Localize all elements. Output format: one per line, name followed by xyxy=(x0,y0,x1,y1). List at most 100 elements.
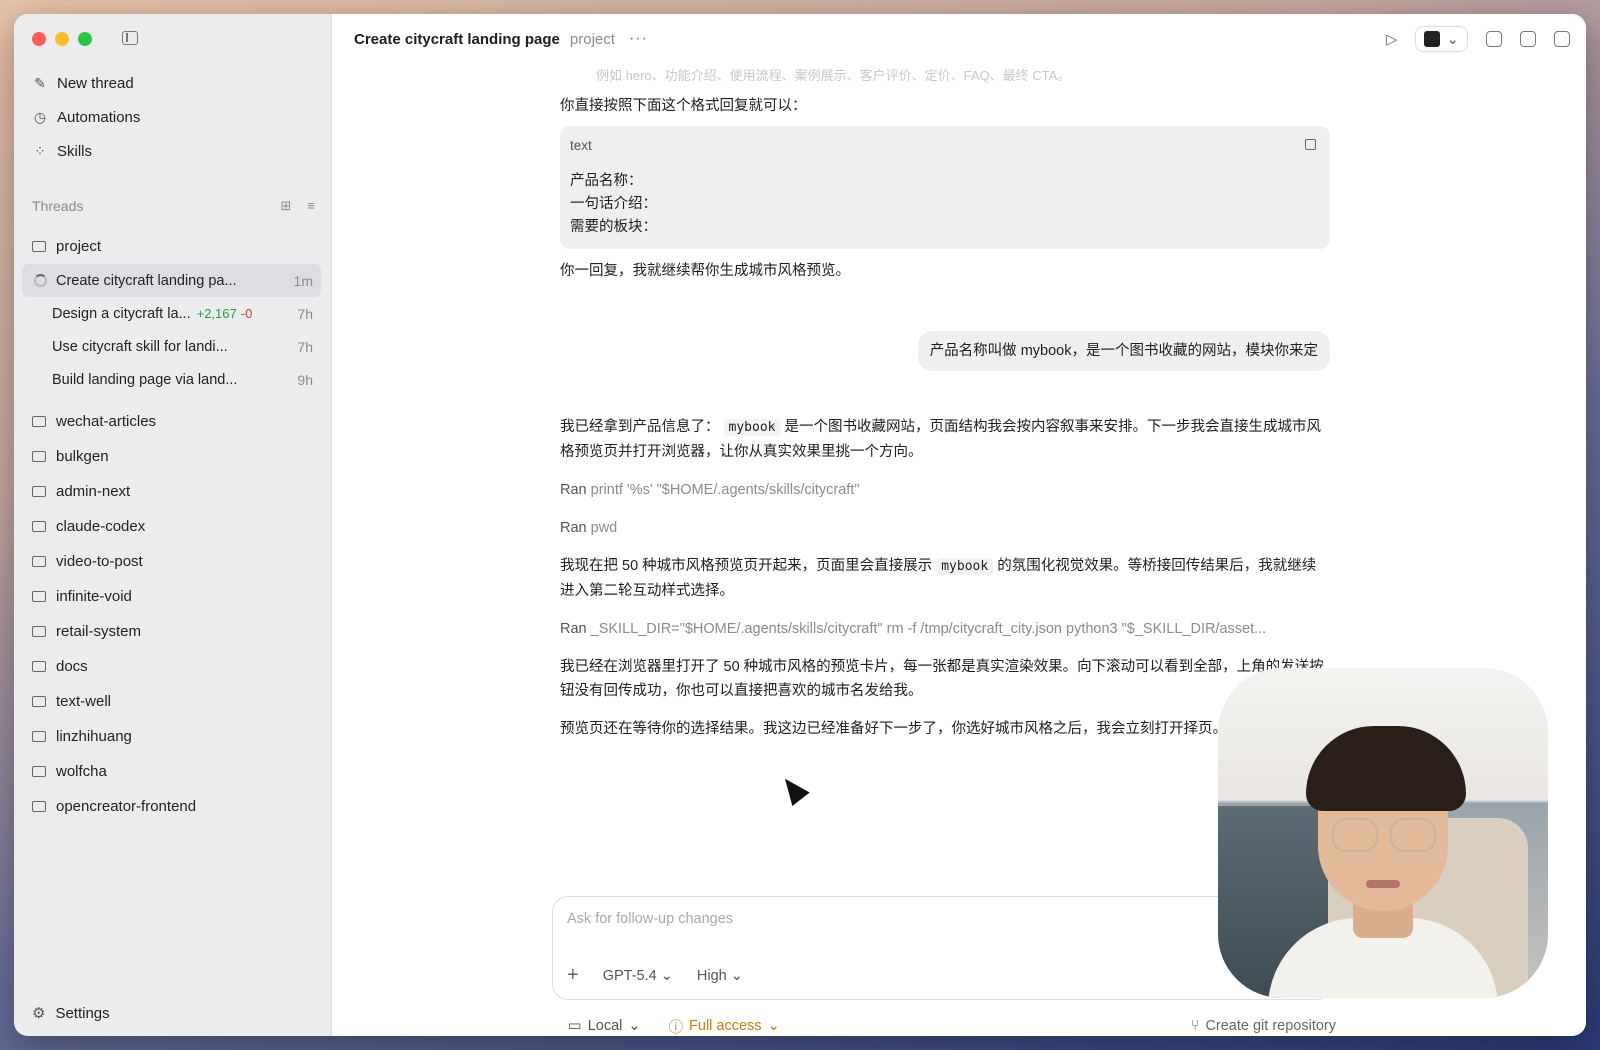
folder-icon xyxy=(32,591,46,602)
folder-label: wolfcha xyxy=(56,763,107,780)
assistant-message: 预览页还在等待你的选择结果。我这边已经准备好下一步了，你选好城市风格之后，我会立… xyxy=(560,721,1227,737)
close-window-button[interactable] xyxy=(32,32,46,46)
folder-icon xyxy=(32,451,46,462)
local-selector[interactable]: ▭ Local ⌄ xyxy=(568,1018,641,1034)
grid-icon: ⁘ xyxy=(34,142,46,159)
laptop-icon: ▭ xyxy=(568,1018,582,1034)
folder-label: text-well xyxy=(56,693,112,710)
command-run[interactable]: Ran printf '%s' "$HOME/.agents/skills/ci… xyxy=(560,478,1330,502)
automations-label: Automations xyxy=(57,108,141,126)
chevron-down-icon: ⌄ xyxy=(1446,31,1459,48)
code-line: 一句话介绍： xyxy=(570,196,657,212)
effort-selector[interactable]: High ⌄ xyxy=(697,968,743,984)
folder-item[interactable]: opencreator-frontend xyxy=(22,789,321,824)
folder-project[interactable]: project xyxy=(22,229,321,264)
code-language: text xyxy=(570,138,592,153)
clock-icon: ◷ xyxy=(33,108,47,125)
panel-icon[interactable] xyxy=(1554,31,1570,47)
command-run[interactable]: Ran _SKILL_DIR="$HOME/.agents/skills/cit… xyxy=(560,617,1330,641)
folder-item[interactable]: docs xyxy=(22,649,321,684)
folder-label: retail-system xyxy=(56,623,142,640)
message-text: 我现在把 50 种城市风格预览页开起来，页面里会直接展示 xyxy=(560,558,933,574)
message-text: 我已经拿到产品信息了： xyxy=(560,419,720,435)
diff-icon[interactable] xyxy=(1520,31,1536,47)
model-selector[interactable]: GPT-5.4 ⌄ xyxy=(603,968,673,984)
skills-label: Skills xyxy=(57,142,93,160)
folder-item[interactable]: infinite-void xyxy=(22,579,321,614)
thread-item[interactable]: Design a citycraft la... +2,167 -0 7h xyxy=(22,297,321,330)
effort-label: High xyxy=(696,967,727,984)
folder-item[interactable]: claude-codex xyxy=(22,509,321,544)
access-label: Full access xyxy=(689,1018,762,1034)
thread-age: 7h xyxy=(297,338,313,355)
run-icon[interactable]: ▷ xyxy=(1386,30,1398,48)
chevron-down-icon: ⌄ xyxy=(628,1018,641,1034)
folder-icon xyxy=(32,731,46,742)
code-block: text 产品名称： 一句话介绍： 需要的板块： xyxy=(560,126,1330,249)
filter-icon[interactable]: ≡ xyxy=(307,198,315,214)
lines-added: +2,167 xyxy=(196,306,237,321)
folder-icon xyxy=(32,661,46,672)
environment-picker[interactable]: ⌄ xyxy=(1415,26,1468,52)
person-mouth xyxy=(1366,880,1400,888)
branch-icon: ⑂ xyxy=(1190,1018,1200,1034)
glasses-left-lens xyxy=(1332,818,1378,852)
folder-icon xyxy=(32,556,46,567)
folder-icon xyxy=(32,416,46,427)
more-options-icon[interactable]: ··· xyxy=(629,30,648,48)
user-message: 产品名称叫做 mybook，是一个图书收藏的网站，模块你来定 xyxy=(560,331,1330,371)
assistant-message: 我已经在浏览器里打开了 50 种城市风格的预览卡片，每一张都是真实渲染效果。向下… xyxy=(560,659,1324,699)
folder-item[interactable]: wechat-articles xyxy=(22,404,321,439)
minimize-window-button[interactable] xyxy=(55,32,69,46)
loading-spinner-icon xyxy=(34,274,47,287)
add-attachment-icon[interactable]: + xyxy=(567,964,579,987)
conversation: 例如 hero、功能介绍、使用流程、案例展示、客户评价、定价、FAQ、最终 CT… xyxy=(560,66,1330,741)
follow-up-input[interactable] xyxy=(567,911,1167,927)
folder-item[interactable]: retail-system xyxy=(22,614,321,649)
command-run[interactable]: Ran pwd xyxy=(560,516,1330,540)
folder-item[interactable]: text-well xyxy=(22,684,321,719)
folder-item[interactable]: wolfcha xyxy=(22,754,321,789)
thread-title: Design a citycraft la... xyxy=(52,305,191,322)
zoom-window-button[interactable] xyxy=(78,32,92,46)
warning-icon: ⓘ xyxy=(668,1019,684,1036)
ran-label: Ran xyxy=(560,482,587,498)
skills-button[interactable]: ⁘ Skills xyxy=(24,134,321,168)
inline-code: mybook xyxy=(936,558,994,575)
create-git-repo-button[interactable]: ⑂ Create git repository xyxy=(1191,1018,1336,1034)
access-selector[interactable]: ⓘ Full access ⌄ xyxy=(669,1016,780,1037)
terminal-icon[interactable] xyxy=(1486,31,1502,47)
user-message-text: 产品名称叫做 mybook，是一个图书收藏的网站，模块你来定 xyxy=(917,331,1330,371)
folder-label: claude-codex xyxy=(56,518,146,535)
compose-icon: ✎ xyxy=(34,74,46,91)
thread-item[interactable]: Use citycraft skill for landi... 7h xyxy=(22,330,321,363)
thread-age: 9h xyxy=(297,371,313,388)
git-label: Create git repository xyxy=(1205,1018,1336,1034)
lines-removed: -0 xyxy=(240,306,253,321)
automations-button[interactable]: ◷ Automations xyxy=(24,100,321,134)
command-text: _SKILL_DIR="$HOME/.agents/skills/citycra… xyxy=(590,621,1267,637)
folder-item[interactable]: bulkgen xyxy=(22,439,321,474)
webcam-overlay xyxy=(1218,668,1548,998)
new-folder-icon[interactable]: ⊞ xyxy=(281,198,292,214)
assistant-message: 你直接按照下面这个格式回复就可以： xyxy=(560,98,807,114)
thread-title: Build landing page via land... xyxy=(52,371,238,388)
folder-item[interactable]: admin-next xyxy=(22,474,321,509)
folder-item[interactable]: video-to-post xyxy=(22,544,321,579)
folder-icon xyxy=(32,486,46,497)
thread-title: Create citycraft landing pa... xyxy=(56,272,237,289)
project-name[interactable]: project xyxy=(570,31,615,48)
new-thread-button[interactable]: ✎ New thread xyxy=(24,66,321,100)
folder-icon xyxy=(32,766,46,777)
folder-item[interactable]: linzhihuang xyxy=(22,719,321,754)
command-text: pwd xyxy=(590,520,618,536)
assistant-message: 我现在把 50 种城市风格预览页开起来，页面里会直接展示 mybook 的氛围化… xyxy=(560,554,1330,603)
composer-footer: ▭ Local ⌄ ⓘ Full access ⌄ ⑂ Create git r… xyxy=(568,1014,1336,1036)
assistant-message: 你一回复，我就继续帮你生成城市风格预览。 xyxy=(560,263,850,279)
sidebar: ✎ New thread ◷ Automations ⁘ Skills Thre… xyxy=(14,14,332,1036)
copy-icon[interactable] xyxy=(1305,139,1316,150)
settings-button[interactable]: ⚙ Settings xyxy=(32,1004,110,1023)
thread-item[interactable]: Build landing page via land... 9h xyxy=(22,363,321,396)
thread-item[interactable]: Create citycraft landing pa... 1m xyxy=(22,264,321,297)
sidebar-toggle-icon[interactable] xyxy=(122,31,138,45)
